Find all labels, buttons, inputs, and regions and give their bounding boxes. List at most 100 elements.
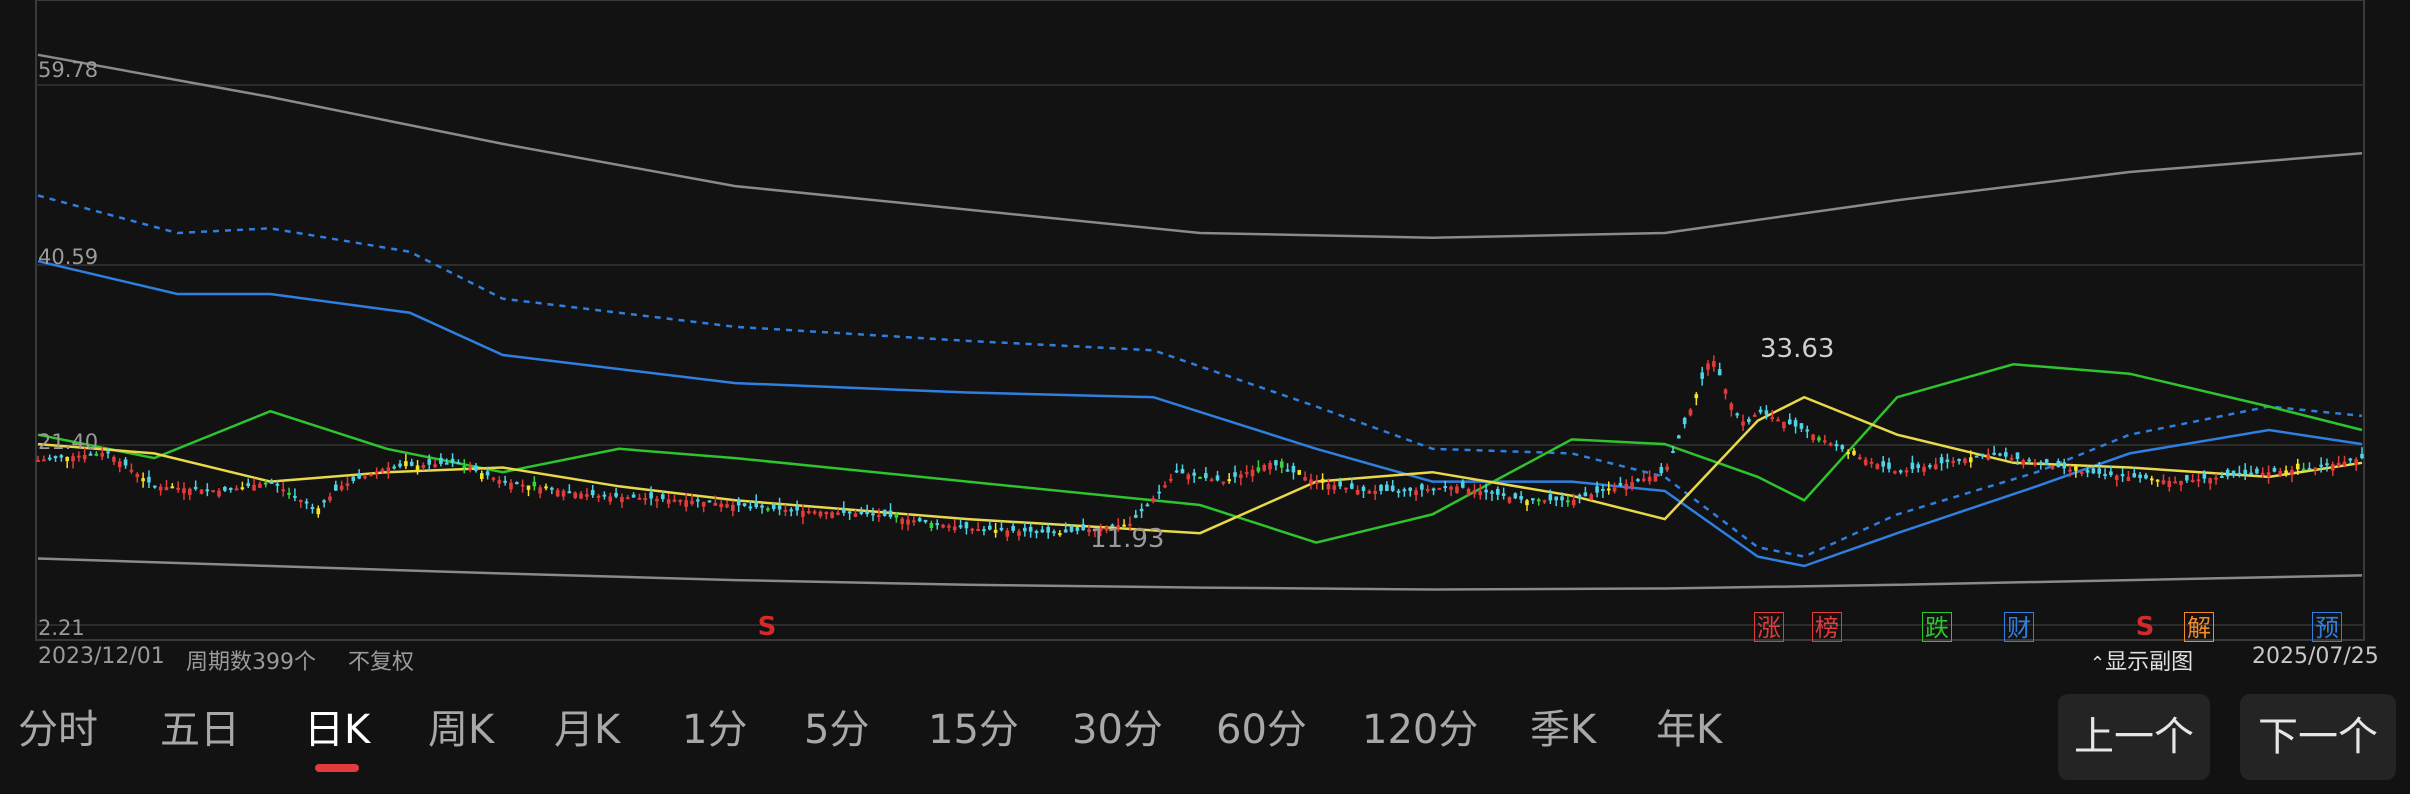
candle-body [1239, 474, 1243, 478]
tab-five-day[interactable]: 五日 [160, 680, 240, 780]
candle-body [847, 511, 852, 514]
candle-body [491, 477, 496, 480]
candle-body [1023, 527, 1027, 532]
candle-body [2290, 469, 2294, 476]
candle-body [1671, 451, 1675, 454]
candle-body [281, 489, 286, 492]
price-axis-high-label: 59.78 [38, 58, 99, 82]
candle-body [2167, 480, 2172, 488]
candle-body [182, 488, 186, 494]
candle-body [2231, 470, 2236, 476]
indicator-line-2 [37, 194, 2363, 558]
candle-body [310, 507, 315, 510]
candle-body [100, 453, 105, 457]
candle-body [1688, 409, 1693, 416]
candle-body [1163, 485, 1167, 488]
tab-5min[interactable]: 5分 [804, 680, 869, 780]
candle-body [2255, 468, 2259, 474]
candle-body [561, 490, 566, 497]
candle-body [380, 469, 385, 472]
candle-body [1636, 479, 1640, 482]
tab-120min[interactable]: 120分 [1362, 680, 1478, 780]
candle-body [2085, 470, 2090, 473]
event-marker-3[interactable]: 跌 [1922, 612, 1952, 642]
tab-weekly-k[interactable]: 周K [428, 680, 494, 780]
candle-body [2313, 467, 2318, 470]
candle-body [71, 456, 75, 462]
candle-body [1840, 445, 1845, 450]
adjust-mode-toggle[interactable]: 不复权 [348, 644, 414, 676]
tab-15min[interactable]: 15分 [928, 680, 1019, 780]
candle-body [672, 499, 677, 502]
show-subchart-label: 显示副图 [2105, 650, 2194, 675]
candle-body [1554, 496, 1558, 501]
event-marker-7[interactable]: 预 [2312, 612, 2342, 642]
candle-body [1291, 465, 1296, 473]
candle-body [112, 457, 116, 462]
candle-body [2354, 459, 2358, 465]
candle-body [1928, 465, 1932, 468]
candle-body [240, 487, 245, 490]
candle-body [2109, 471, 2113, 476]
tab-1min[interactable]: 1分 [682, 680, 747, 780]
candle-body [1852, 450, 1856, 455]
kline-chart-panel[interactable]: 59.78 40.59 21.40 2.21 33.63 11.93 S 涨榜 跌 财… [0, 0, 2410, 680]
candle-body [2138, 474, 2142, 478]
tab-quarterly-k[interactable]: 季K [1530, 680, 1596, 780]
candle-body [736, 499, 741, 506]
tab-yearly-k[interactable]: 年K [1656, 680, 1722, 780]
candle-body [1209, 479, 1214, 482]
candle-body [1379, 484, 1383, 491]
next-stock-button[interactable]: 下一个 [2240, 694, 2396, 780]
tab-monthly-k[interactable]: 月K [554, 680, 620, 780]
candle-body [392, 466, 396, 469]
event-marker-6[interactable]: 解 [2184, 612, 2214, 642]
candle-body [2202, 473, 2207, 479]
candle-body [345, 483, 350, 486]
candle-body [2091, 468, 2096, 474]
candle-body [1274, 460, 1278, 466]
event-marker-5[interactable]: S [2130, 612, 2160, 642]
candle-body [1752, 414, 1757, 417]
candle-body [456, 462, 461, 465]
candle-body [1875, 464, 1880, 469]
candle-body [1425, 489, 1430, 492]
candle-body [357, 473, 361, 479]
candle-body [263, 482, 268, 485]
candle-body [1618, 483, 1623, 486]
candle-body [608, 496, 613, 502]
candle-body [1904, 470, 1909, 473]
candle-body [293, 495, 297, 498]
candle-body [1017, 531, 1021, 536]
prev-stock-button[interactable]: 上一个 [2058, 694, 2210, 780]
candle-body [1408, 487, 1413, 491]
kline-chart[interactable] [0, 0, 2410, 680]
candle-body [1647, 476, 1652, 482]
candle-body [1198, 476, 1202, 479]
candle-body [479, 473, 484, 479]
event-marker-2[interactable]: 榜 [1812, 612, 1842, 642]
tab-intraday[interactable]: 分时 [18, 680, 98, 780]
candle-body [573, 492, 578, 499]
candle-body [888, 510, 893, 517]
candle-body [135, 473, 140, 478]
tab-30min[interactable]: 30分 [1072, 680, 1163, 780]
event-marker-4[interactable]: 财 [2004, 612, 2034, 642]
tab-daily-k[interactable]: 日K [304, 680, 370, 780]
candle-body [806, 511, 811, 514]
event-marker-1[interactable]: 涨 [1754, 612, 1784, 642]
candle-body [1390, 485, 1395, 491]
candle-body [1729, 403, 1734, 410]
candle-body [1571, 499, 1576, 506]
event-marker-0[interactable]: S [752, 612, 782, 642]
candle-body [59, 455, 64, 458]
candle-body [1846, 452, 1850, 455]
candle-body [1706, 363, 1710, 370]
active-tab-indicator [315, 764, 360, 772]
candle-body [1828, 443, 1833, 446]
show-subchart-button[interactable]: ⌃显示副图 [2090, 644, 2193, 676]
candle-body [246, 483, 251, 487]
candle-body [1414, 490, 1418, 496]
candle-body [1244, 472, 1249, 475]
tab-60min[interactable]: 60分 [1216, 680, 1307, 780]
